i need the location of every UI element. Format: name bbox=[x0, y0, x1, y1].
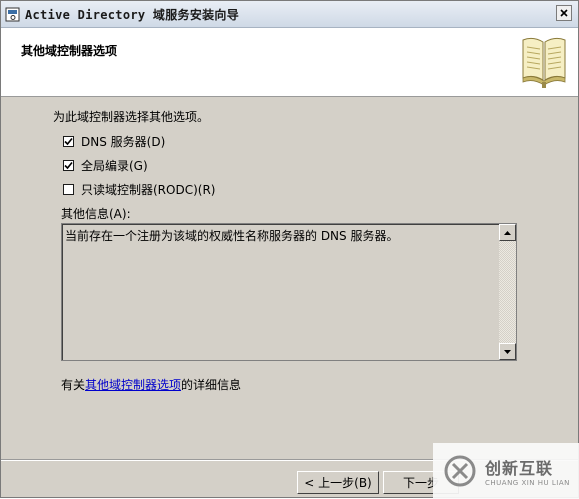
wizard-header: 其他域控制器选项 bbox=[1, 28, 578, 97]
vertical-scrollbar[interactable] bbox=[499, 224, 516, 360]
title-bar[interactable]: Active Directory 域服务安装向导 bbox=[1, 1, 578, 28]
close-button[interactable] bbox=[556, 5, 572, 21]
scroll-down-button[interactable] bbox=[499, 343, 516, 360]
more-info-prefix: 有关 bbox=[61, 378, 86, 392]
rodc-checkbox[interactable] bbox=[63, 183, 74, 195]
option-dns-server[interactable]: DNS 服务器(D) bbox=[63, 133, 165, 149]
back-button[interactable]: < 上一步(B) bbox=[297, 471, 379, 494]
more-info-suffix: 的详细信息 bbox=[181, 378, 242, 392]
more-info-link[interactable]: 其他域控制器选项 bbox=[85, 378, 181, 392]
watermark-en: CHUANG XIN HU LIAN bbox=[485, 479, 570, 487]
watermark-logo-icon bbox=[444, 455, 476, 487]
additional-info-text: 当前存在一个注册为该域的权威性名称服务器的 DNS 服务器。 bbox=[65, 229, 399, 243]
watermark-cn: 创新互联 bbox=[485, 459, 554, 478]
arrow-up-icon bbox=[504, 230, 511, 235]
more-info-line: 有关其他域控制器选项的详细信息 bbox=[61, 376, 241, 393]
server-icon bbox=[5, 7, 20, 22]
book-icon bbox=[522, 37, 566, 88]
additional-info-textbox[interactable]: 当前存在一个注册为该域的权威性名称服务器的 DNS 服务器。 bbox=[61, 223, 517, 361]
global-catalog-label: 全局编录(G) bbox=[81, 158, 148, 173]
global-catalog-checkbox[interactable] bbox=[63, 159, 74, 171]
intro-text: 为此域控制器选择其他选项。 bbox=[53, 110, 210, 124]
checkmark-icon bbox=[64, 161, 73, 169]
dns-checkbox[interactable] bbox=[63, 135, 74, 147]
page-title: 其他域控制器选项 bbox=[21, 44, 118, 58]
rodc-label: 只读域控制器(RODC)(R) bbox=[81, 182, 216, 197]
watermark: 创新互联 CHUANG XIN HU LIAN bbox=[433, 443, 579, 499]
scroll-up-button[interactable] bbox=[499, 224, 516, 241]
option-rodc[interactable]: 只读域控制器(RODC)(R) bbox=[63, 181, 215, 197]
arrow-down-icon bbox=[504, 349, 511, 354]
option-global-catalog[interactable]: 全局编录(G) bbox=[63, 157, 148, 173]
dns-label: DNS 服务器(D) bbox=[81, 134, 166, 149]
window-title: Active Directory 域服务安装向导 bbox=[25, 8, 240, 22]
checkmark-icon bbox=[64, 137, 73, 145]
close-icon bbox=[560, 9, 568, 17]
wizard-window: Active Directory 域服务安装向导 其他域控制器选项 为此域控制器… bbox=[0, 0, 579, 499]
additional-info-label: 其他信息(A): bbox=[61, 207, 131, 221]
